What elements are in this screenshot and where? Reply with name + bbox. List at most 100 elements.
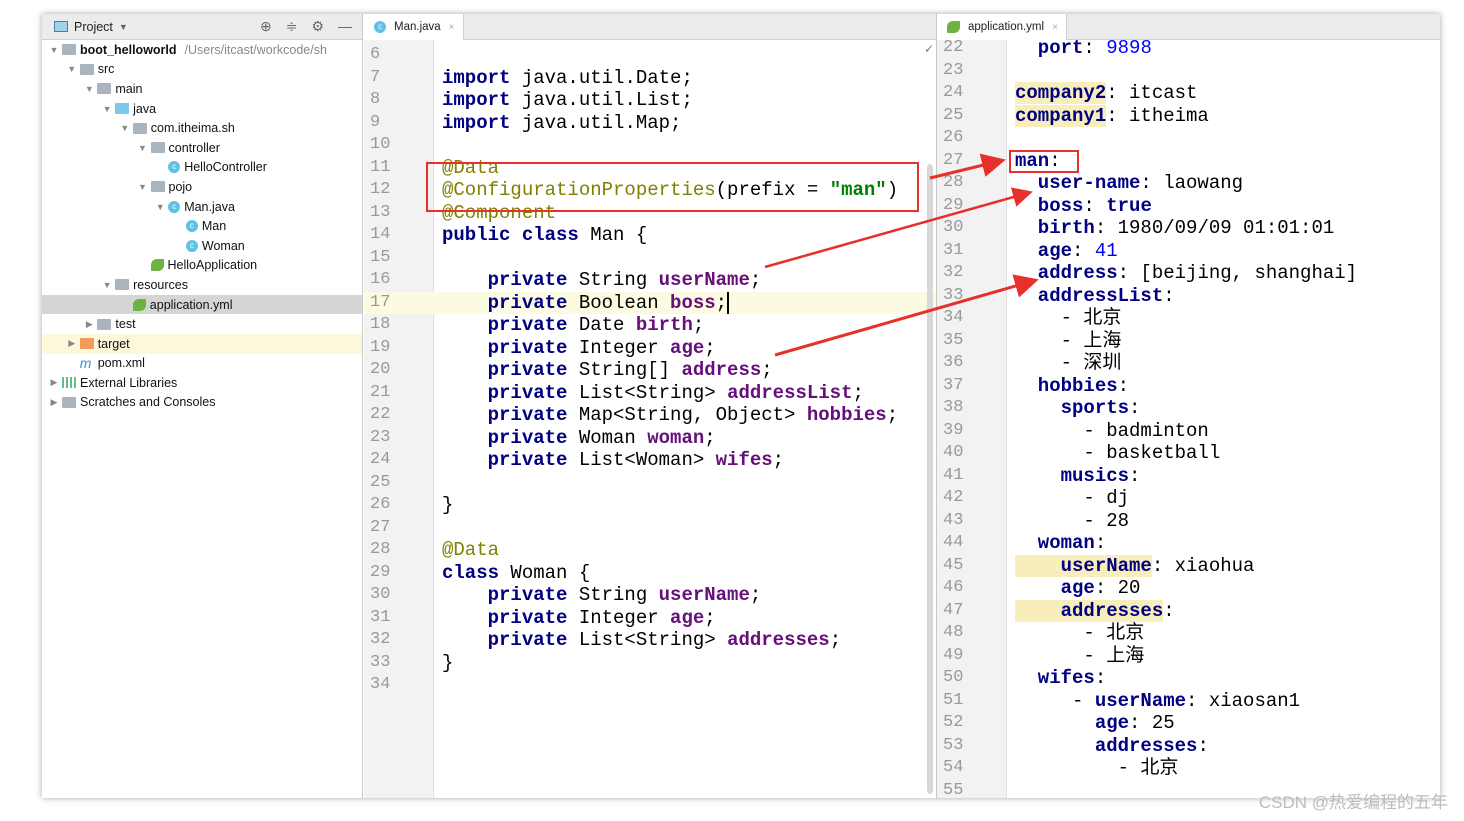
line-text: user-name: laowang (1015, 172, 1243, 195)
tree-item[interactable]: ▼ controller (42, 138, 362, 158)
code-line: 17 private Boolean boss; (364, 291, 936, 314)
line-number: 26 (943, 128, 964, 147)
tree-item[interactable]: HelloApplication (42, 256, 362, 276)
line-text: - 深圳 (1015, 352, 1122, 375)
tree-item[interactable]: m pom.xml (42, 354, 362, 374)
expand-arrow-icon[interactable]: ▼ (66, 64, 78, 74)
code-token: port (1015, 40, 1084, 59)
locate-icon[interactable]: ⊕ (260, 18, 272, 35)
text-caret (727, 291, 730, 314)
tree-item[interactable]: c Woman (42, 236, 362, 256)
line-text: private String[] address; (442, 359, 773, 382)
expand-arrow-icon[interactable]: ▼ (137, 143, 149, 153)
code-line: 20 private String[] address; (364, 359, 936, 382)
tree-item-label: main (115, 81, 143, 96)
line-text: addressList: (1015, 285, 1175, 308)
line-number: 21 (370, 382, 391, 402)
code-token: private (442, 606, 568, 629)
line-text: private List<String> addresses; (442, 629, 842, 652)
line-text: - 28 (1015, 510, 1129, 533)
tree-item-label: pom.xml (97, 356, 145, 371)
watermark: CSDN @热爱编程的五年 (1258, 793, 1448, 812)
close-icon[interactable]: × (449, 22, 455, 33)
maven-icon: m (79, 354, 92, 371)
line-text: - 北京 (1015, 622, 1144, 645)
code-token: Man { (578, 224, 648, 246)
tree-item[interactable]: ▼ c Man.java (42, 197, 362, 217)
tree-item[interactable]: application.yml (42, 294, 362, 315)
code-token: Integer (567, 336, 671, 359)
tab-application-yml[interactable]: application.yml × (937, 14, 1067, 40)
project-view-dropdown[interactable]: Project (74, 20, 113, 34)
collapse-arrow-icon[interactable]: ▶ (83, 319, 95, 330)
java-tab-bar: c Man.java × (364, 14, 936, 40)
line-number: 52 (943, 713, 964, 732)
close-icon[interactable]: × (1052, 22, 1058, 33)
gear-icon[interactable]: ⚙ (311, 18, 324, 35)
chevron-down-icon[interactable]: ▼ (119, 22, 128, 32)
tree-item[interactable]: ▼ resources (42, 275, 362, 295)
expand-arrow-icon[interactable]: ▼ (83, 84, 95, 94)
line-text: woman: (1015, 532, 1106, 555)
code-token: String (567, 269, 659, 291)
line-number: 51 (943, 690, 964, 710)
line-text: age: 25 (1015, 712, 1175, 735)
tree-item[interactable]: ▼ pojo (42, 177, 362, 197)
tree-item[interactable]: ▶ Scratches and Consoles (42, 393, 362, 413)
line-text: import java.util.List; (442, 89, 693, 112)
code-line: 19 private Integer age; (364, 337, 936, 360)
tree-item[interactable]: c Man (42, 216, 362, 236)
tree-item[interactable]: ▼ java (42, 99, 362, 119)
line-text: - userName: xiaosan1 (1015, 690, 1300, 713)
tree-item[interactable]: ▶ test (42, 314, 362, 334)
tree-item[interactable]: ▶ External Libraries (42, 373, 362, 393)
expand-arrow-icon[interactable]: ▼ (119, 123, 131, 133)
tree-item[interactable]: ▶ target (42, 333, 362, 354)
tree-item-label: java (133, 101, 157, 116)
tree-item[interactable]: ▼ main (42, 79, 362, 99)
java-editor: c Man.java × 6 7 import java.util.Date; 8 im… (364, 14, 936, 798)
tree-item[interactable]: c HelloController (42, 158, 362, 178)
code-token: - basketball (1015, 442, 1221, 464)
tab-man-java[interactable]: c Man.java × (364, 14, 464, 40)
expand-arrow-icon[interactable]: ▼ (154, 202, 166, 212)
line-text: sports: (1015, 397, 1141, 420)
code-token: age (670, 336, 705, 359)
line-number: 53 (943, 735, 964, 755)
tree-item[interactable]: ▼ com.itheima.sh (42, 118, 362, 138)
line-number: 24 (943, 83, 964, 102)
scrollbar[interactable] (927, 164, 933, 794)
tree-item[interactable]: ▼ boot_helloworld/Users/itcast/workcode/s… (42, 40, 362, 60)
code-line: 26 (937, 127, 1440, 150)
expand-arrow-icon[interactable]: ▼ (48, 45, 60, 55)
code-area[interactable]: 6 7 import java.util.Date; 8 import java.uti… (364, 40, 936, 798)
code-line: 33 addressList: (937, 285, 1440, 308)
tree-item-label: Scratches and Consoles (80, 395, 216, 410)
expand-arrow-icon[interactable]: ▼ (101, 280, 113, 290)
tree-item[interactable]: ▼ src (42, 60, 362, 80)
collapse-arrow-icon[interactable]: ▶ (48, 397, 60, 408)
expand-arrow-icon[interactable]: ▼ (101, 104, 113, 114)
code-line: 23 private Woman woman; (364, 427, 936, 450)
collapse-arrow-icon[interactable]: ▶ (66, 338, 78, 349)
code-token: woman (647, 426, 705, 449)
line-number: 30 (943, 218, 964, 237)
code-line: 36 - 深圳 (937, 352, 1440, 375)
minimize-icon[interactable]: — (338, 18, 352, 35)
folder-icon (97, 83, 112, 95)
line-text: public class Man { (442, 224, 647, 247)
code-token: : (1072, 239, 1095, 262)
code-token: : (1083, 194, 1107, 217)
code-token: : (1163, 284, 1175, 307)
code-token: Map<String, Object> (567, 404, 807, 426)
code-token: boss (670, 291, 716, 314)
collapse-all-icon[interactable]: ≑ (286, 18, 298, 35)
line-number: 9 (370, 112, 381, 132)
expand-arrow-icon[interactable]: ▼ (137, 182, 149, 192)
code-line: 16 private String userName; (364, 269, 936, 292)
collapse-arrow-icon[interactable]: ▶ (48, 377, 60, 388)
code-line: 30 birth: 1980/09/09 01:01:01 (937, 217, 1440, 240)
code-token: userName (1094, 689, 1187, 712)
code-token: : (1117, 374, 1130, 397)
code-line: 52 age: 25 (937, 712, 1440, 735)
